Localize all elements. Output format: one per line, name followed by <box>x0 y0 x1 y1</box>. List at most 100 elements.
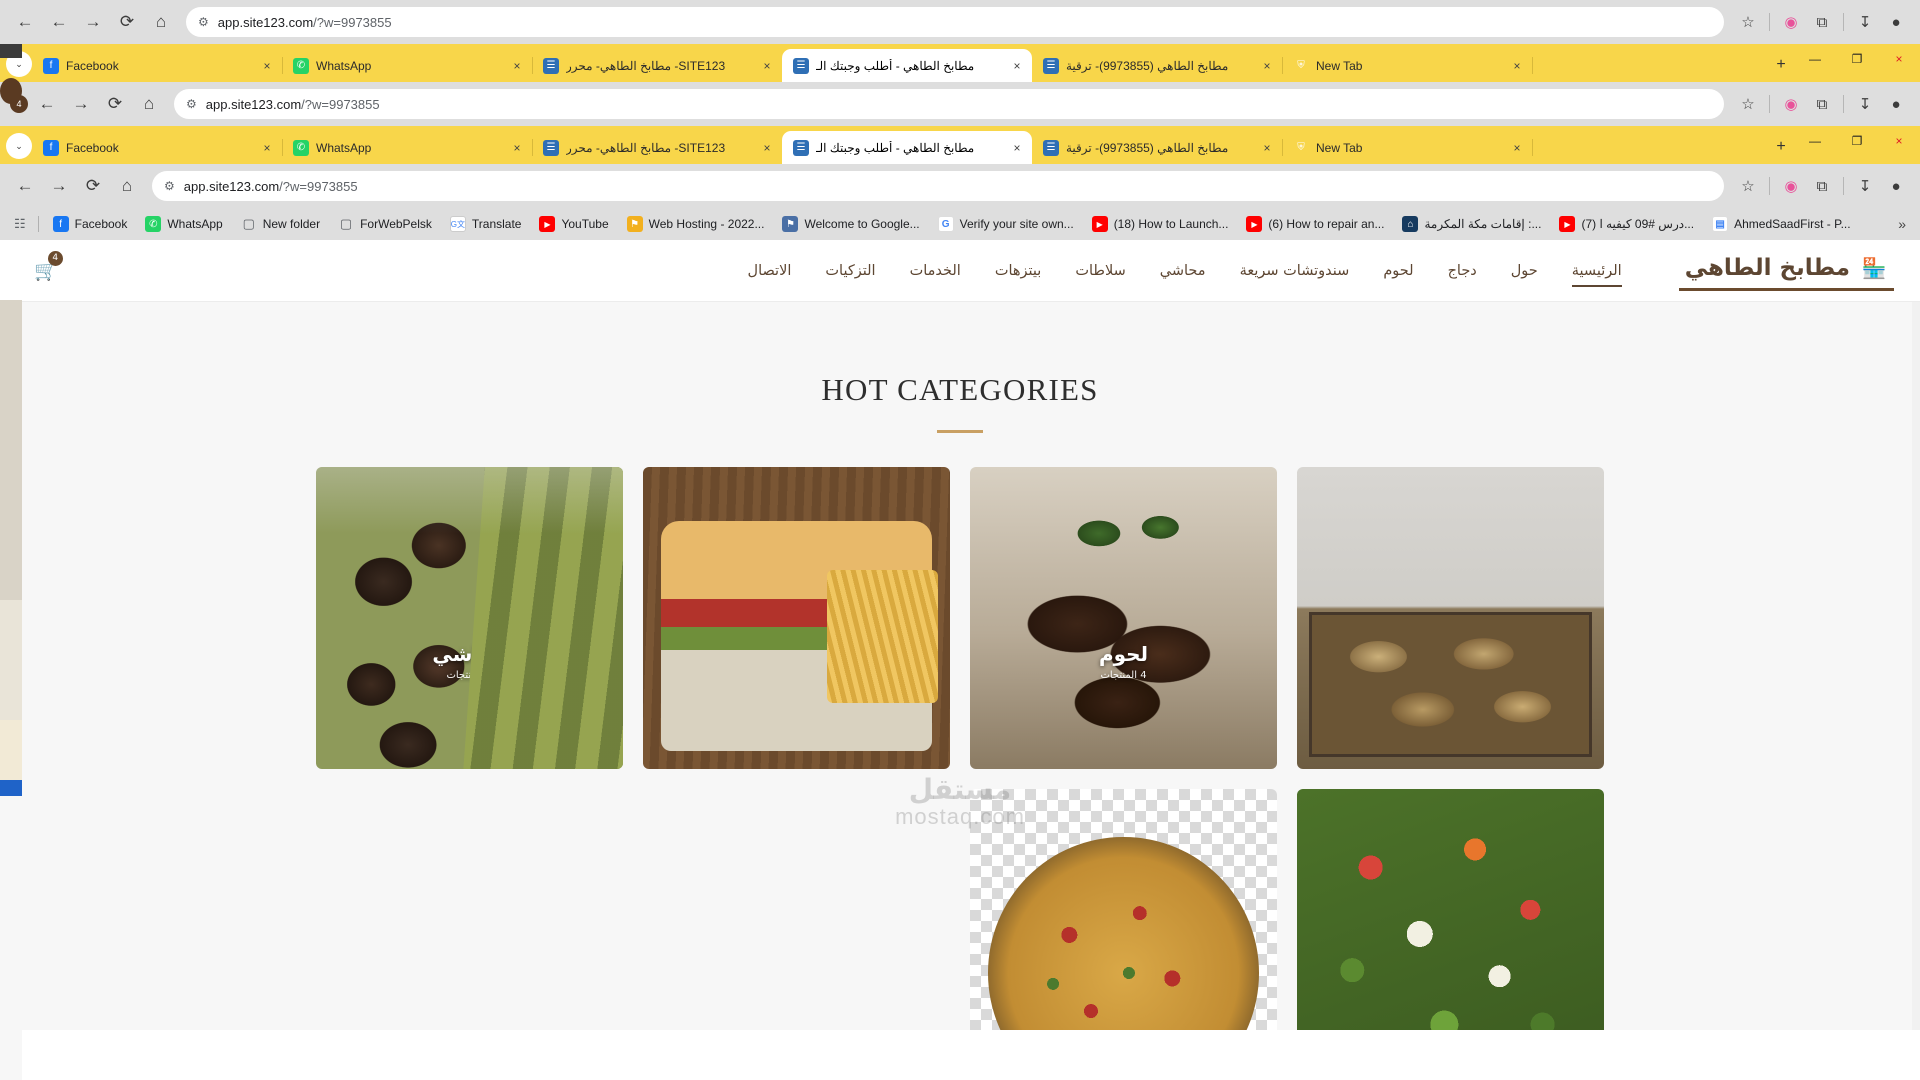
downloads-icon-2[interactable]: ↧ <box>1851 90 1879 118</box>
bookmark-item[interactable]: G文 Translate <box>442 212 530 236</box>
browser-tab[interactable]: ⛨ New Tab × <box>1282 131 1533 164</box>
forward-arrow-icon[interactable]: → <box>78 7 108 37</box>
profile-avatar-icon-main[interactable]: ● <box>1882 172 1910 200</box>
site-nav-item[interactable]: دجاج <box>1431 257 1494 285</box>
new-tab-button[interactable]: + <box>1768 52 1794 78</box>
tab-close-icon[interactable]: × <box>1510 59 1524 73</box>
category-card[interactable]: دجاج 5 المنتجات <box>1297 467 1604 769</box>
minimize-button-main[interactable]: — <box>1794 126 1836 156</box>
category-card[interactable]: بيتزهات6 المنتجات <box>970 789 1277 1030</box>
home-icon[interactable]: ⌂ <box>146 7 176 37</box>
address-bar-main[interactable]: ⚙ app.site123.com/?w=9973855 <box>152 171 1724 201</box>
home-icon-2[interactable]: ⌂ <box>134 89 164 119</box>
browser-tab[interactable]: f Facebook × <box>32 49 283 82</box>
downloads-icon-main[interactable]: ↧ <box>1851 172 1879 200</box>
tab-close-icon[interactable]: × <box>1510 141 1524 155</box>
category-card[interactable]: محاشي 4 المنتجات <box>316 467 623 769</box>
bookmark-item[interactable]: ⌂ إقامات مكة المكرمة :... <box>1394 212 1549 236</box>
back-arrow-icon-ghost[interactable]: ← <box>10 7 40 37</box>
category-card[interactable]: لحوم 4 المنتجات <box>970 467 1277 769</box>
bookmarks-overflow-icon[interactable]: » <box>1892 216 1912 232</box>
close-button-main[interactable]: × <box>1878 126 1920 156</box>
apps-grid-icon[interactable]: ☷ <box>8 216 32 232</box>
site-settings-icon-main[interactable]: ⚙ <box>164 179 175 193</box>
profile-chip-icon[interactable]: 4 <box>10 95 28 113</box>
site-settings-icon[interactable]: ⚙ <box>198 15 209 29</box>
site-nav-item[interactable]: بيتزهات <box>978 257 1059 285</box>
extensions-color-icon[interactable]: ◉ <box>1777 8 1805 36</box>
extensions-color-icon-main[interactable]: ◉ <box>1777 172 1805 200</box>
tab-close-icon[interactable]: × <box>510 59 524 73</box>
split-screen-icon-main[interactable]: ⧉ <box>1808 172 1836 200</box>
site-nav-item[interactable]: سلاطات <box>1058 257 1142 285</box>
address-bar[interactable]: ⚙ app.site123.com/?w=9973855 <box>186 7 1724 37</box>
site-nav-item[interactable]: التزكيات <box>808 257 892 285</box>
maximize-button-main[interactable]: ❐ <box>1836 126 1878 156</box>
category-card[interactable]: سلاطات4 المنتجات <box>1297 789 1604 1030</box>
browser-tab[interactable]: ✆ WhatsApp × <box>282 131 533 164</box>
forward-arrow-icon-2[interactable]: → <box>66 89 96 119</box>
site-nav-item[interactable]: حول <box>1494 257 1555 285</box>
bookmark-item[interactable]: ▢ ForWebPelsk <box>330 212 440 236</box>
browser-tab[interactable]: ☰ مطابخ الطاهي - أطلب وجبتك الـ × <box>782 131 1032 164</box>
address-bar-2[interactable]: ⚙ app.site123.com/?w=9973855 <box>174 89 1724 119</box>
profile-avatar-icon-2[interactable]: ● <box>1882 90 1910 118</box>
category-card[interactable]: سندوتشات سريعة 2 المنتجات <box>643 467 950 769</box>
tab-close-icon[interactable]: × <box>760 59 774 73</box>
bookmark-item[interactable]: ▶ (6) How to repair an... <box>1238 212 1392 236</box>
bookmark-item[interactable]: ▢ New folder <box>233 212 328 236</box>
tab-close-icon[interactable]: × <box>260 141 274 155</box>
reload-icon[interactable]: ⟳ <box>112 7 142 37</box>
downloads-icon[interactable]: ↧ <box>1851 8 1879 36</box>
site-nav-item[interactable]: محاشي <box>1143 257 1223 285</box>
site-nav-item[interactable]: الرئيسية <box>1555 257 1639 287</box>
tab-close-icon[interactable]: × <box>1260 59 1274 73</box>
page-scrollbar[interactable] <box>1912 302 1920 1030</box>
maximize-button[interactable]: ❐ <box>1836 44 1878 74</box>
split-screen-icon[interactable]: ⧉ <box>1808 8 1836 36</box>
browser-tab[interactable]: ☰ مطابخ الطاهي - أطلب وجبتك الـ × <box>782 49 1032 82</box>
site-settings-icon-2[interactable]: ⚙ <box>186 97 197 111</box>
profile-avatar-icon[interactable]: ● <box>1882 8 1910 36</box>
bookmark-item[interactable]: ⚑ Web Hosting - 2022... <box>619 212 773 236</box>
bookmark-item[interactable]: ▶ (18) How to Launch... <box>1084 212 1237 236</box>
site-nav-item[interactable]: الاتصال <box>731 257 809 285</box>
browser-tab[interactable]: ☰ مطابخ الطاهي (9973855)- ترقية × <box>1032 49 1283 82</box>
back-arrow-icon-2[interactable]: ← <box>32 89 62 119</box>
bookmark-item[interactable]: ▶ YouTube <box>531 212 616 236</box>
browser-tab[interactable]: ☰ مطابخ الطاهي- محرر -SITE123 × <box>532 49 783 82</box>
browser-tab[interactable]: ☰ مطابخ الطاهي (9973855)- ترقية × <box>1032 131 1283 164</box>
back-arrow-icon-main[interactable]: ← <box>10 171 40 201</box>
site-nav-item[interactable]: لحوم <box>1366 257 1430 285</box>
bookmark-star-icon-main[interactable]: ☆ <box>1734 172 1762 200</box>
new-tab-button-main[interactable]: + <box>1768 134 1794 160</box>
reload-icon-2[interactable]: ⟳ <box>100 89 130 119</box>
browser-tab[interactable]: ✆ WhatsApp × <box>282 49 533 82</box>
browser-tab[interactable]: f Facebook × <box>32 131 283 164</box>
bookmark-item[interactable]: ▤ AhmedSaadFirst - P... <box>1704 212 1859 236</box>
bookmark-item[interactable]: ✆ WhatsApp <box>137 212 230 236</box>
bookmark-item[interactable]: ▶ (7) درس #09 كيفيه ا... <box>1551 212 1702 236</box>
browser-tab[interactable]: ⛨ New Tab × <box>1282 49 1533 82</box>
site-nav-item[interactable]: سندوتشات سريعة <box>1223 257 1367 285</box>
tab-search-icon[interactable]: ⌄ <box>6 51 32 77</box>
reload-icon-main[interactable]: ⟳ <box>78 171 108 201</box>
tab-close-icon[interactable]: × <box>1260 141 1274 155</box>
cart-button[interactable]: 🛒 4 <box>34 250 63 283</box>
tab-close-icon[interactable]: × <box>1010 141 1024 155</box>
home-icon-main[interactable]: ⌂ <box>112 171 142 201</box>
minimize-button[interactable]: — <box>1794 44 1836 74</box>
bookmark-item[interactable]: ⚑ Welcome to Google... <box>774 212 927 236</box>
site-nav-item[interactable]: الخدمات <box>893 257 978 285</box>
bookmark-star-icon[interactable]: ☆ <box>1734 8 1762 36</box>
extensions-color-icon-2[interactable]: ◉ <box>1777 90 1805 118</box>
bookmark-star-icon-2[interactable]: ☆ <box>1734 90 1762 118</box>
browser-tab[interactable]: ☰ مطابخ الطاهي- محرر -SITE123 × <box>532 131 783 164</box>
tab-search-icon-main[interactable]: ⌄ <box>6 133 32 159</box>
forward-arrow-icon-main[interactable]: → <box>44 171 74 201</box>
tab-close-icon[interactable]: × <box>760 141 774 155</box>
back-arrow-icon[interactable]: ← <box>44 7 74 37</box>
site-logo[interactable]: 🏪 مطابخ الطاهي <box>1678 250 1894 291</box>
tab-close-icon[interactable]: × <box>1010 59 1024 73</box>
tab-close-icon[interactable]: × <box>260 59 274 73</box>
